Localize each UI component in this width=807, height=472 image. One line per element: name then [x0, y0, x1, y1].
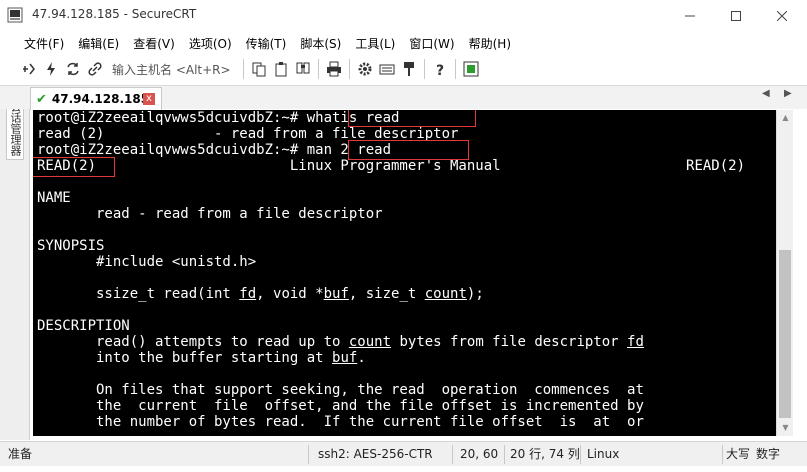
terminal-line: ssize_t read(int fd, void *buf, size_t c… — [37, 286, 484, 302]
terminal-scrollbar[interactable]: ▲ ▼ — [776, 110, 793, 436]
close-icon — [777, 10, 787, 21]
menu-transfer[interactable]: 传输(T) — [239, 35, 294, 52]
status-divider — [580, 445, 581, 464]
tab-bar: ✔ 47.94.128.185 x ◀ ▶ — [0, 85, 807, 110]
keymap-icon[interactable] — [376, 58, 398, 80]
menu-window[interactable]: 窗口(W) — [402, 35, 461, 52]
minimize-icon — [685, 15, 695, 16]
highlight-read2-heading — [33, 157, 115, 177]
securecrt-app-icon — [7, 7, 23, 23]
maximize-button[interactable] — [713, 0, 759, 31]
menu-bar: 文件(F) 编辑(E) 查看(V) 选项(O) 传输(T) 脚本(S) 工具(L… — [0, 31, 807, 55]
maximize-icon — [731, 10, 741, 21]
print-icon[interactable] — [323, 58, 345, 80]
menu-options[interactable]: 选项(O) — [182, 35, 239, 52]
highlight-man-command — [348, 140, 469, 160]
status-caps: 大写 — [726, 447, 751, 461]
status-divider — [722, 445, 723, 464]
scroll-down-icon[interactable]: ▼ — [777, 420, 794, 436]
terminal-line: root@iZ2zeeailqvwws5dcuivdbZ:~# whatis r… — [37, 110, 400, 126]
terminal-line: read - read from a file descriptor — [37, 206, 383, 222]
link-icon[interactable] — [84, 58, 106, 80]
terminal-line: the number of bytes read. If the current… — [37, 414, 644, 430]
help-icon[interactable]: ? — [429, 58, 451, 80]
status-ready: 准备 — [8, 447, 33, 461]
terminal-line: On files that support seeking, the read … — [37, 382, 644, 398]
terminal-line: #include <unistd.h> — [37, 254, 257, 270]
copy-icon[interactable] — [248, 58, 270, 80]
terminal-line: read() attempts to read up to count byte… — [37, 334, 644, 350]
menu-view[interactable]: 查看(V) — [126, 35, 182, 52]
status-cursor: 20, 60 — [460, 447, 499, 461]
menu-script[interactable]: 脚本(S) — [293, 35, 348, 52]
terminal-line: DESCRIPTION — [37, 318, 130, 334]
toolbar-divider — [242, 59, 244, 79]
tab-session[interactable]: ✔ 47.94.128.185 x — [30, 87, 162, 110]
terminal-line: into the buffer starting at buf. — [37, 350, 366, 366]
sftp-icon[interactable] — [460, 58, 482, 80]
terminal-line: NAME — [37, 190, 71, 206]
minimize-button[interactable] — [667, 0, 713, 31]
find-icon[interactable] — [292, 58, 314, 80]
menu-tools[interactable]: 工具(L) — [348, 35, 402, 52]
tab-scroll-left-icon[interactable]: ◀ — [762, 88, 770, 99]
terminal-line: READ(2) Linux Programmer's Manual READ(2… — [37, 158, 746, 174]
status-bar: 准备 ssh2: AES-256-CTR 20, 60 20 行, 74 列 L… — [0, 441, 807, 466]
tab-close-icon[interactable]: x — [143, 93, 155, 105]
scrollbar-thumb[interactable] — [779, 250, 791, 418]
toolbar-divider — [423, 59, 425, 79]
status-term-type: Linux — [587, 447, 620, 461]
status-divider — [308, 445, 309, 464]
menu-help[interactable]: 帮助(H) — [462, 35, 518, 52]
connected-check-icon: ✔ — [36, 91, 47, 107]
reconnect-icon[interactable] — [62, 58, 84, 80]
title-bar: 47.94.128.185 - SecureCRT — [0, 0, 807, 31]
toolbar: 输入主机名 <Alt+R> ? — [0, 55, 807, 83]
status-divider — [504, 445, 505, 464]
menu-edit[interactable]: 编辑(E) — [71, 35, 126, 52]
session-manager-panel: 会话管理器 — [0, 85, 30, 440]
toolbar-divider — [317, 59, 319, 79]
paste-icon[interactable] — [270, 58, 292, 80]
close-button[interactable] — [759, 0, 805, 31]
toolbar-divider — [454, 59, 456, 79]
highlight-whatis-command — [348, 110, 476, 127]
window-title: 47.94.128.185 - SecureCRT — [32, 7, 197, 21]
terminal-line: root@iZ2zeeailqvwws5dcuivdbZ:~# man 2 re… — [37, 142, 392, 158]
terminal-line: the current file offset, and the file of… — [37, 398, 644, 414]
scroll-up-icon[interactable]: ▲ — [777, 110, 794, 126]
gear-icon[interactable] — [354, 58, 376, 80]
key-icon[interactable] — [398, 58, 420, 80]
status-divider — [452, 445, 453, 464]
status-cipher: ssh2: AES-256-CTR — [318, 447, 433, 461]
terminal[interactable]: root@iZ2zeeailqvwws5dcuivdbZ:~# whatis r… — [33, 110, 776, 436]
status-num: 数字 — [756, 447, 781, 461]
status-rows-cols: 20 行, 74 列 — [510, 447, 580, 461]
tab-label: 47.94.128.185 — [51, 92, 150, 106]
terminal-line: SYNOPSIS — [37, 238, 105, 254]
tab-scroll-right-icon[interactable]: ▶ — [784, 88, 792, 99]
connect-icon[interactable] — [18, 58, 40, 80]
menu-file[interactable]: 文件(F) — [17, 35, 71, 52]
quick-connect-icon[interactable] — [40, 58, 62, 80]
svg-text:?: ? — [436, 63, 444, 77]
host-input[interactable]: 输入主机名 <Alt+R> — [106, 61, 239, 78]
toolbar-divider — [348, 59, 350, 79]
